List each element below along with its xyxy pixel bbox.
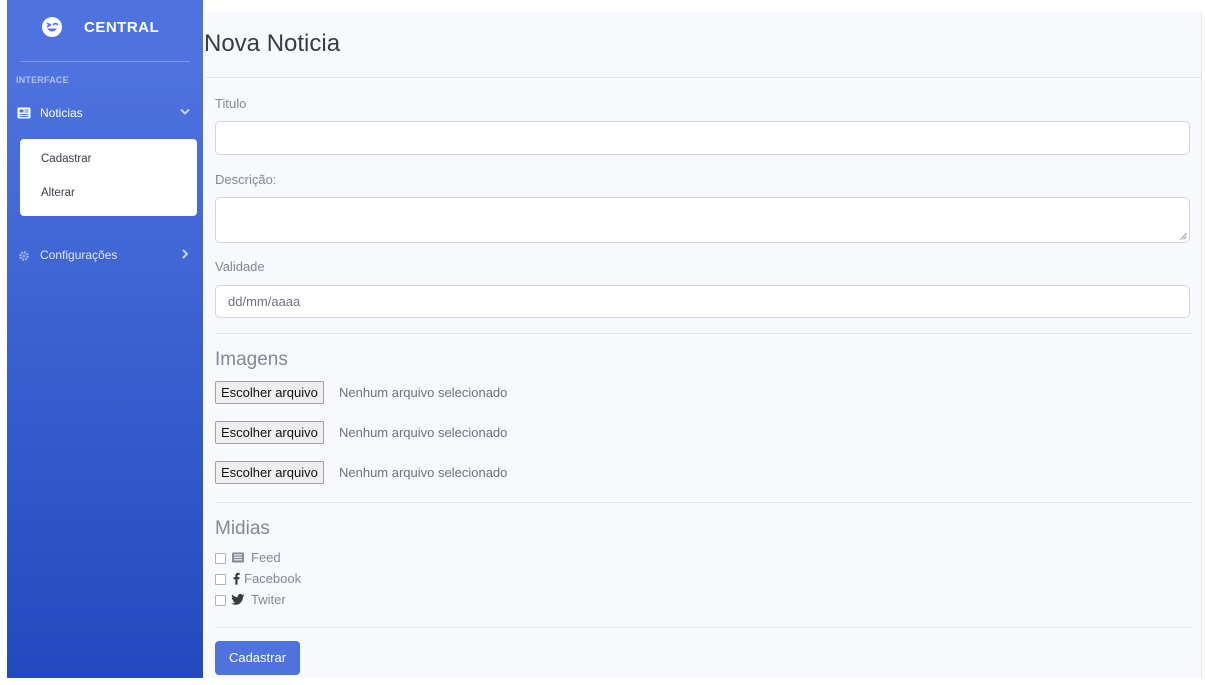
chevron-down-icon [180,109,190,115]
choose-file-button[interactable]: Escolher arquivo [215,461,324,484]
feed-label: Feed [251,550,281,565]
newspaper-icon [17,107,31,119]
page-title: Nova Noticia [204,30,341,57]
facebook-checkbox[interactable] [215,574,226,585]
section-divider [215,333,1192,334]
submenu-item-alterar[interactable]: Alterar [41,187,75,199]
gear-icon [19,251,29,261]
chevron-right-icon [182,249,188,259]
section-divider [215,502,1192,503]
sidebar-heading: INTERFACE [16,75,69,85]
submit-button[interactable]: Cadastrar [215,641,300,675]
validade-date-input[interactable]: dd/mm/aaaa [215,285,1190,318]
twitter-label: Twiter [251,592,286,607]
twitter-checkbox[interactable] [215,595,226,606]
sidebar-brand[interactable]: CENTRAL [7,0,203,58]
sidebar-item-label: Noticias [40,106,83,120]
descricao-textarea[interactable] [215,197,1190,243]
section-divider [215,627,1192,628]
choose-file-button[interactable]: Escolher arquivo [215,381,324,404]
descricao-label: Descrição: [215,172,277,187]
submenu-item-cadastrar[interactable]: Cadastrar [41,153,92,165]
midias-title: Midias [215,518,270,539]
brand-name: CENTRAL [84,19,160,36]
facebook-icon [233,572,240,585]
feed-checkbox[interactable] [215,553,226,564]
file-status: Nenhum arquivo selecionado [339,465,508,480]
resize-handle-icon[interactable] [1180,233,1187,240]
validade-label: Validade [215,259,265,274]
file-status: Nenhum arquivo selecionado [339,425,508,440]
laugh-wink-icon [42,17,62,37]
titulo-input[interactable] [215,121,1190,155]
sidebar-item-configuracoes[interactable]: Configurações [7,244,203,270]
imagens-title: Imagens [215,349,288,370]
facebook-label: Facebook [244,571,302,586]
titulo-label: Titulo [215,96,247,111]
file-status: Nenhum arquivo selecionado [339,385,508,400]
choose-file-button[interactable]: Escolher arquivo [215,421,324,444]
validade-placeholder: dd/mm/aaaa [228,294,301,309]
sidebar: CENTRAL INTERFACE Noticias Cadastrar Alt… [7,0,203,678]
content-area [205,12,1202,678]
newspaper-icon [232,552,244,563]
noticias-submenu: Cadastrar Alterar [20,139,197,216]
sidebar-item-noticias[interactable]: Noticias [7,102,203,128]
title-divider [205,77,1202,78]
sidebar-divider [20,61,190,62]
scrollbar-track[interactable] [1201,12,1202,678]
sidebar-item-label: Configurações [40,248,118,262]
twitter-icon [231,594,245,605]
